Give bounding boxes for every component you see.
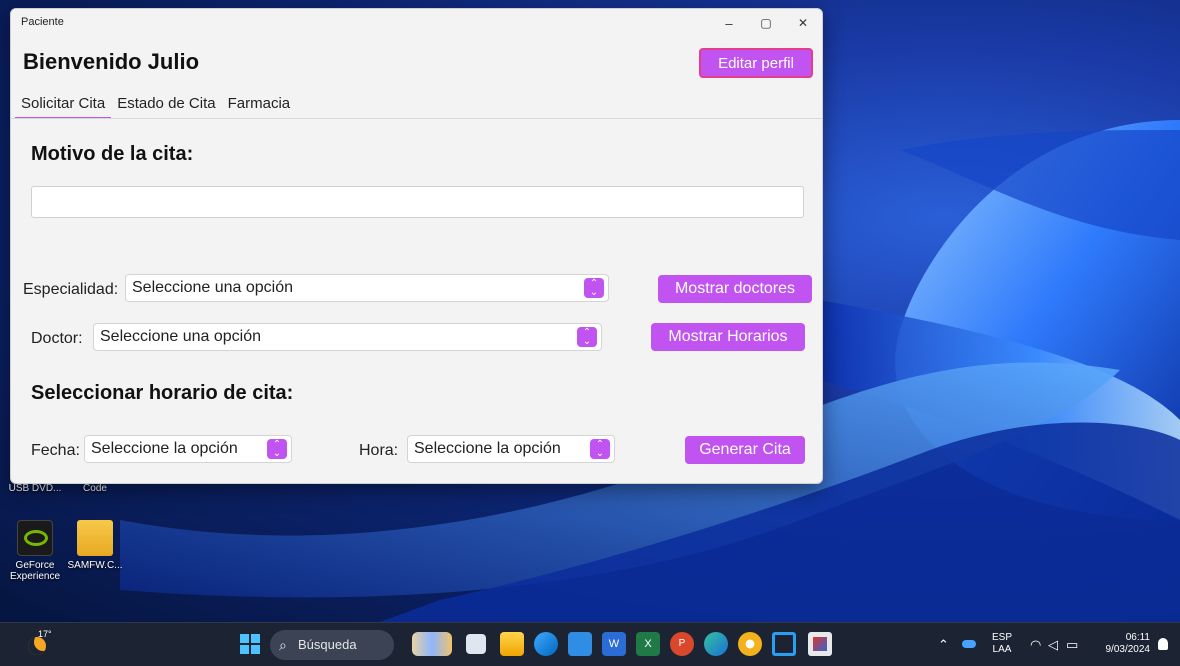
reason-title: Motivo de la cita: (31, 143, 194, 165)
time-select-value: Seleccione la opción (414, 440, 561, 457)
language-code: ESP (992, 632, 1013, 643)
weather-widget[interactable]: 17° (26, 629, 56, 659)
doctor-select[interactable]: Seleccione una opción ⌃ ⌄ (93, 323, 602, 351)
folder-icon (77, 520, 113, 556)
store-bag-icon[interactable] (568, 632, 592, 656)
window-title: Paciente (21, 16, 64, 28)
word-icon[interactable]: W (602, 632, 626, 656)
start-windows-icon[interactable] (238, 632, 262, 656)
volume-icon[interactable]: ◁ (1048, 637, 1058, 653)
edit-profile-button[interactable]: Editar perfil (699, 48, 813, 78)
reason-input[interactable] (31, 186, 804, 218)
minimize-button[interactable]: – (711, 11, 747, 35)
chevron-up-icon[interactable]: ⌃ (938, 637, 949, 653)
doctor-select-value: Seleccione una opción (100, 328, 262, 345)
tab-farmacia[interactable]: Farmacia (222, 95, 297, 119)
java-app-icon[interactable] (808, 632, 832, 656)
clock-time: 06:11 (1125, 632, 1150, 643)
keyboard-layout: LAA (992, 644, 1012, 655)
tab-bar: Solicitar Cita Estado de Cita Farmacia (15, 95, 296, 119)
geforce-icon (17, 520, 53, 556)
search-placeholder: Búsqueda (298, 637, 357, 652)
spinner-arrows-icon[interactable]: ⌃ ⌄ (584, 278, 604, 298)
greeting-title: Bienvenido Julio (23, 49, 200, 74)
weather-temperature: 17° (38, 629, 52, 639)
desktop-icon-samfw-folder[interactable]: SAMFW.C... (64, 520, 126, 571)
patient-window: Paciente – ▢ ✕ Bienvenido Julio Editar p… (10, 8, 823, 484)
weather-moon-icon (28, 637, 46, 655)
show-doctors-button[interactable]: Mostrar doctores (658, 275, 812, 303)
spinner-arrows-icon[interactable]: ⌃ ⌄ (267, 439, 287, 459)
show-schedules-button[interactable]: Mostrar Horarios (651, 323, 805, 351)
specialty-select[interactable]: Seleccione una opción ⌃ ⌄ (125, 274, 609, 302)
wifi-icon[interactable]: ◠ (1030, 637, 1041, 653)
maximize-button[interactable]: ▢ (748, 11, 784, 35)
taskbar-search[interactable]: ⌕ Búsqueda (270, 630, 394, 660)
date-label: Fecha: (31, 442, 80, 459)
doctor-label: Doctor: (31, 330, 83, 347)
clock[interactable]: 06:11 9/03/2024 (1094, 632, 1151, 656)
time-label: Hora: (359, 442, 399, 459)
microsoft-store-icon[interactable] (534, 632, 558, 656)
schedule-title: Seleccionar horario de cita: (31, 382, 294, 404)
date-select-value: Seleccione la opción (91, 440, 238, 457)
clock-date: 9/03/2024 (1105, 644, 1151, 655)
chrome-canary-icon[interactable] (738, 632, 762, 656)
search-icon: ⌕ (279, 637, 287, 653)
tab-solicitar-cita[interactable]: Solicitar Cita (15, 95, 112, 119)
desktop-icon-label: GeForce Experience (9, 560, 61, 582)
specialty-label: Especialidad: (23, 281, 119, 298)
taskbar: 17° ⌕ Búsqueda W X P ⌃ ESP LAA ◠ ◁ ▭ 06:… (0, 622, 1180, 666)
window-titlebar[interactable]: Paciente – ▢ ✕ (11, 9, 822, 35)
spinner-arrows-icon[interactable]: ⌃ ⌄ (590, 439, 610, 459)
notification-bell-icon[interactable] (1158, 638, 1168, 650)
task-view-icon[interactable] (466, 634, 486, 654)
edge-icon[interactable] (704, 632, 728, 656)
widgets-icon[interactable] (412, 632, 452, 656)
vscode-icon[interactable] (772, 632, 796, 656)
tab-estado-cita[interactable]: Estado de Cita (111, 95, 221, 119)
excel-icon[interactable]: X (636, 632, 660, 656)
desktop-icon-label: SAMFW.C... (67, 560, 123, 571)
desktop-icon-geforce[interactable]: GeForce Experience (4, 520, 66, 582)
generate-appointment-button[interactable]: Generar Cita (685, 436, 805, 464)
tab-divider (11, 118, 822, 119)
time-select[interactable]: Seleccione la opción ⌃ ⌄ (407, 435, 615, 463)
language-indicator[interactable]: ESP LAA (992, 632, 1012, 656)
spinner-arrows-icon[interactable]: ⌃ ⌄ (577, 327, 597, 347)
battery-icon[interactable]: ▭ (1066, 637, 1078, 653)
close-button[interactable]: ✕ (785, 11, 821, 35)
specialty-select-value: Seleccione una opción (132, 279, 294, 296)
onedrive-icon[interactable] (962, 640, 976, 648)
file-explorer-icon[interactable] (500, 632, 524, 656)
powerpoint-icon[interactable]: P (670, 632, 694, 656)
date-select[interactable]: Seleccione la opción ⌃ ⌄ (84, 435, 292, 463)
